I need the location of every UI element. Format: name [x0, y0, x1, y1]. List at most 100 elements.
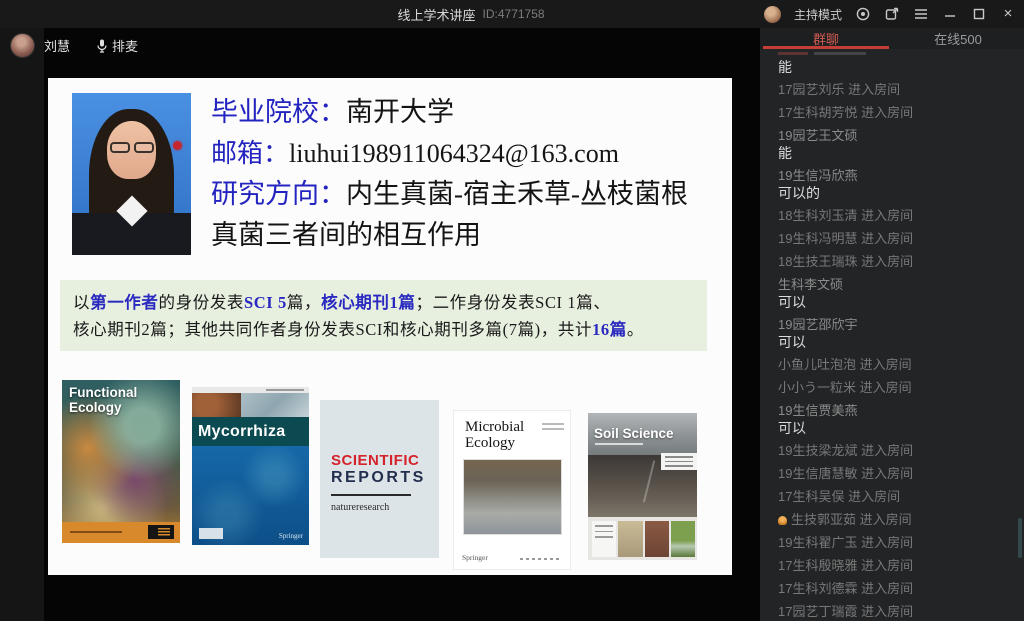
title-bar: 线上学术讲座 ID:4771758 主持模式 × [0, 0, 1024, 28]
chat-sender-name: 19生信冯欣燕 [778, 169, 1014, 183]
chat-text: 能 [778, 146, 792, 160]
chat-text: 17生科吴俣 进入房间 [778, 490, 900, 504]
chat-join-row: 17生科殷晓雅 进入房间 [778, 559, 1014, 573]
tab-online-members[interactable]: 在线500 [892, 28, 1024, 49]
email-label: 邮箱： [211, 139, 289, 168]
chat-message: 可以的 [778, 186, 1014, 200]
chat-text: 可以 [778, 421, 806, 435]
chat-join-row: 19生科翟广玉 进入房间 [778, 536, 1014, 550]
app-window: 线上学术讲座 ID:4771758 主持模式 × [0, 0, 1024, 621]
publication-summary-box: 以第一作者的身份发表SCI 5篇，核心期刊1篇；二作身份发表SCI 1篇、 核心… [60, 280, 707, 351]
chat-scrollbar[interactable] [1018, 518, 1022, 558]
chat-message: 能 [778, 146, 1014, 160]
summary-segment: 的身份发表 [159, 293, 245, 312]
publisher-name: natureresearch [331, 502, 426, 513]
chat-text: 17园艺刘乐 进入房间 [778, 83, 900, 97]
chat-text: 19园艺邵欣宇 [778, 318, 857, 332]
member-badge-icon [778, 516, 787, 525]
video-letterbox [0, 28, 44, 621]
chat-text: 可以的 [778, 186, 820, 200]
journal-title: Mycorrhiza [192, 423, 285, 441]
meeting-id: ID:4771758 [483, 7, 545, 21]
bio-info: 毕业院校：南开大学 邮箱：liuhui198911064324@163.com … [211, 92, 723, 256]
host-avatar [764, 6, 781, 23]
chat-join-row: 小鱼儿吐泡泡 进入房间 [778, 358, 1014, 372]
share-icon[interactable] [884, 6, 900, 22]
minimize-button[interactable] [942, 6, 958, 22]
chat-text: 19园艺王文硕 [778, 129, 857, 143]
record-icon[interactable] [855, 6, 871, 22]
summary-line-1: 以第一作者的身份发表SCI 5篇，核心期刊1篇；二作身份发表SCI 1篇、 [73, 289, 694, 316]
chat-text: 17生科殷晓雅 进入房间 [778, 559, 913, 573]
chat-text: 17生科胡芳悦 进入房间 [778, 106, 913, 120]
sidebar-tabbar: 群聊 在线500 [760, 28, 1024, 49]
journal-title-line2: REPORTS [331, 469, 426, 487]
chat-sidebar: 群聊 在线500 能 17园艺刘乐 进入房间 17生科胡芳悦 进入房间 19园艺王文硕… [760, 28, 1024, 621]
chat-sender-name: 19园艺王文硕 [778, 129, 1014, 143]
chat-sender-name: 19生信贾美燕 [778, 404, 1014, 418]
chat-sender-name: 生科李文硕 [778, 278, 1014, 292]
clipped-message-fragment [778, 52, 1014, 55]
chat-list[interactable]: 能 17园艺刘乐 进入房间 17生科胡芳悦 进入房间 19园艺王文硕能 19生信冯欣燕可… [760, 49, 1024, 621]
chat-message: 可以 [778, 295, 1014, 309]
chat-join-row: 小小う一粒米 进入房间 [778, 381, 1014, 395]
chat-text: 19生信贾美燕 [778, 404, 857, 418]
chat-text: 可以 [778, 335, 806, 349]
chat-text: 能 [778, 60, 792, 74]
chat-sender-name: 19园艺邵欣宇 [778, 318, 1014, 332]
journal-title-line1: SCIENTIFIC [331, 452, 426, 469]
chat-text: 生科李文硕 [778, 278, 843, 292]
chat-join-row: 19生信唐慧敏 进入房间 [778, 467, 1014, 481]
presenter-row: 刘慧 排麦 [10, 33, 138, 58]
chat-text: 18生科刘玉清 进入房间 [778, 209, 913, 223]
chat-text: 生技郭亚茹 进入房间 [791, 513, 912, 527]
mic-request-button[interactable]: 排麦 [97, 36, 138, 55]
chat-join-row: 19生科冯明慧 进入房间 [778, 232, 1014, 246]
summary-segment: 第一作者 [90, 293, 158, 312]
maximize-button[interactable] [971, 6, 987, 22]
summary-segment: 篇， [287, 293, 321, 312]
journal-cover-functional-ecology: Functional Ecology [62, 380, 180, 543]
publisher-name: Springer [462, 553, 488, 562]
close-button[interactable]: × [1000, 6, 1016, 22]
summary-segment: 核心期刊2篇；其他共同作者身份发表SCI和核心期刊多篇(7篇)，共计 [73, 320, 592, 339]
chat-text: 小小う一粒米 进入房间 [778, 381, 912, 395]
meeting-title: 线上学术讲座 [397, 5, 475, 24]
email-value: liuhui198911064324@163.com [289, 139, 619, 168]
chat-join-row: 18生技王瑞珠 进入房间 [778, 255, 1014, 269]
meeting-title-group: 线上学术讲座 ID:4771758 [397, 0, 544, 28]
mic-request-label: 排麦 [112, 36, 138, 55]
chat-join-row: 18生科刘玉清 进入房间 [778, 209, 1014, 223]
menu-icon[interactable] [913, 6, 929, 22]
chat-message: 可以 [778, 335, 1014, 349]
laser-pointer-dot [173, 141, 182, 150]
chat-text: 19生科翟广玉 进入房间 [778, 536, 913, 550]
summary-line-2: 核心期刊2篇；其他共同作者身份发表SCI和核心期刊多篇(7篇)，共计16篇。 [73, 316, 694, 343]
publisher-logo [199, 528, 223, 539]
tab-group-chat[interactable]: 群聊 [760, 28, 892, 49]
chat-text: 17园艺丁瑞霞 进入房间 [778, 605, 913, 619]
school-label: 毕业院校： [211, 97, 346, 127]
summary-segment: 核心期刊1篇 [321, 293, 415, 312]
video-area: 刘慧 排麦 毕业院校：南开大学 邮箱：liuhui198911064324@16… [0, 28, 760, 621]
presenter-photo [72, 93, 191, 255]
chat-message: 能 [778, 60, 1014, 74]
presentation-slide: 毕业院校：南开大学 邮箱：liuhui198911064324@163.com … [48, 78, 732, 575]
research-value-1: 内生真菌-宿主禾草-丛枝菌根 [346, 179, 688, 209]
journal-title: Functional Ecology [69, 385, 147, 415]
host-mode-label: 主持模式 [794, 6, 842, 23]
chat-text: 可以 [778, 295, 806, 309]
microphone-icon [97, 39, 107, 53]
chat-message: 可以 [778, 421, 1014, 435]
research-label: 研究方向： [211, 179, 346, 209]
journal-cover-soil-science: Soil Science [588, 413, 697, 560]
presenter-name: 刘慧 [44, 36, 70, 55]
chat-join-row: 17园艺丁瑞霞 进入房间 [778, 605, 1014, 619]
chat-text: 17生科刘德霖 进入房间 [778, 582, 913, 596]
journal-cover-scientific-reports: SCIENTIFIC REPORTS natureresearch [320, 400, 439, 558]
chat-join-row: 17生科胡芳悦 进入房间 [778, 106, 1014, 120]
school-value: 南开大学 [346, 97, 454, 127]
chat-join-row: 17生科刘德霖 进入房间 [778, 582, 1014, 596]
journal-title: Soil Science [594, 426, 674, 441]
research-value-2: 真菌三者间的相互作用 [211, 220, 481, 250]
